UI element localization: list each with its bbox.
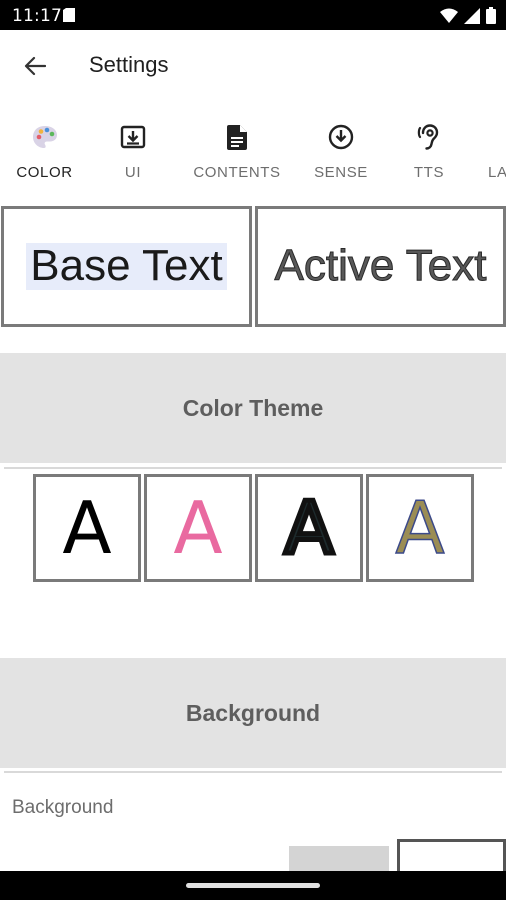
tab-label: COLOR (16, 164, 73, 181)
theme-glyph: A (173, 486, 223, 570)
palette-icon (30, 122, 60, 152)
divider (4, 771, 502, 773)
arrow-back-icon (24, 56, 46, 76)
back-button[interactable] (14, 45, 56, 87)
color-theme-option[interactable]: A (255, 474, 363, 582)
status-icons (440, 7, 496, 29)
tab-label: SENSE (314, 164, 368, 181)
active-text-sample: Active Text (274, 241, 487, 291)
color-theme-option[interactable]: A (33, 474, 141, 582)
tab-color[interactable]: COLOR (0, 102, 89, 206)
battery-icon (486, 7, 496, 29)
settings-tabs: COLOR UI CONTENTS SENSE TTS LA (0, 102, 506, 206)
tab-la[interactable]: LA (473, 102, 506, 206)
app-bar: Settings (0, 30, 506, 102)
tab-ui[interactable]: UI (89, 102, 177, 206)
tab-label: UI (124, 164, 142, 181)
theme-glyph: A (282, 486, 336, 570)
home-handle[interactable] (186, 883, 320, 888)
tab-label: TTS (413, 164, 445, 181)
status-time: 11:17 (12, 6, 62, 26)
tab-contents[interactable]: CONTENTS (177, 102, 297, 206)
document-icon (63, 8, 75, 27)
theme-glyph: A (395, 486, 446, 570)
arrow-down-circle-icon (326, 122, 356, 152)
document-icon (222, 122, 252, 152)
background-label: Background (12, 797, 114, 818)
background-header: Background (0, 658, 506, 768)
tab-sense[interactable]: SENSE (297, 102, 385, 206)
base-text-preview[interactable]: Base Text (1, 206, 252, 327)
base-text-sample: Base Text (26, 243, 227, 290)
tab-tts[interactable]: TTS (385, 102, 473, 206)
hearing-icon (414, 122, 444, 152)
tab-label: CONTENTS (193, 164, 281, 181)
download-box-icon (118, 122, 148, 152)
active-text-preview[interactable]: Active Text (255, 206, 506, 327)
tab-label: LA (488, 164, 506, 181)
color-theme-option[interactable]: A (144, 474, 252, 582)
color-theme-options: A A A A (33, 474, 477, 582)
color-theme-header: Color Theme (0, 353, 506, 463)
theme-glyph: A (62, 486, 112, 570)
wifi-icon (440, 8, 458, 28)
status-bar: 11:17 (0, 0, 506, 30)
color-theme-option[interactable]: A (366, 474, 474, 582)
divider (4, 467, 502, 469)
navigation-bar (0, 871, 506, 900)
page-title: Settings (89, 52, 169, 77)
signal-icon (464, 7, 480, 29)
